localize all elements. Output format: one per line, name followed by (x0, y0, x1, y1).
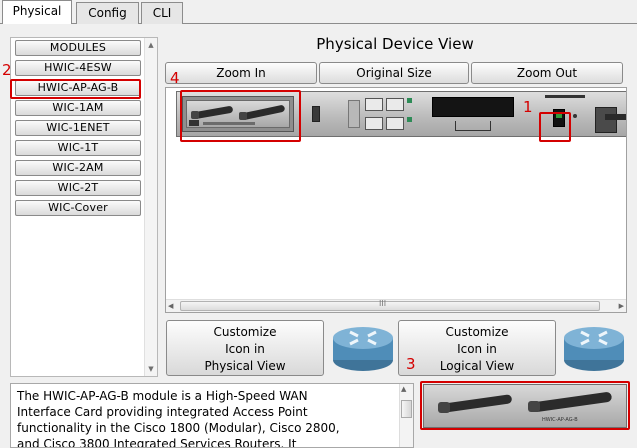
highlight-selected-module (10, 79, 141, 99)
zoom-in-button[interactable]: Zoom In (165, 62, 317, 84)
description-scrollbar[interactable]: ▲ (399, 384, 413, 447)
scroll-up-arrow-icon[interactable]: ▲ (145, 39, 157, 51)
router-icon (333, 327, 393, 371)
highlight-installed-module (180, 90, 301, 142)
scroll-thumb[interactable] (401, 400, 412, 418)
physical-device-view-title: Physical Device View (316, 35, 474, 53)
tab-physical[interactable]: Physical (2, 0, 72, 25)
annotation-number: 4 (170, 69, 180, 87)
scroll-left-arrow-icon[interactable]: ◀ (168, 300, 173, 312)
slot-bracket-icon (455, 121, 491, 131)
module-description: The HWIC-AP-AG-B module is a High-Speed … (10, 383, 414, 448)
tab-config[interactable]: Config (76, 2, 139, 24)
module-item[interactable]: HWIC-4ESW (15, 60, 141, 76)
module-list-scrollbar[interactable]: ▲ ▼ (144, 38, 157, 376)
power-led-icon (573, 114, 577, 118)
tab-bar: Physical Config CLI (0, 0, 637, 25)
annotation-number: 2 (2, 61, 12, 79)
module-item[interactable]: WIC-Cover (15, 200, 141, 216)
modules-header-button[interactable]: MODULES (15, 40, 141, 56)
power-cord-icon (605, 114, 626, 120)
customize-physical-icon-button[interactable]: Customize Icon in Physical View (166, 320, 324, 376)
highlight-module-preview (420, 381, 630, 430)
description-text: The HWIC-AP-AG-B module is a High-Speed … (17, 389, 340, 448)
module-item[interactable]: WIC-2AM (15, 160, 141, 176)
power-label (545, 95, 585, 98)
console-port (348, 100, 360, 128)
empty-slot-1[interactable] (432, 97, 514, 117)
scroll-thumb[interactable]: III (180, 299, 600, 311)
usb-port-icon (312, 106, 320, 122)
zoom-out-button[interactable]: Zoom Out (471, 62, 623, 84)
scroll-down-arrow-icon[interactable]: ▼ (145, 363, 157, 375)
module-item[interactable]: WIC-1ENET (15, 120, 141, 136)
device-config-window: Physical Config CLI MODULES HWIC-4ESW HW… (0, 0, 637, 448)
scroll-up-arrow-icon[interactable]: ▲ (401, 385, 406, 393)
annotation-number: 3 (406, 355, 416, 373)
ethernet-ports (365, 98, 413, 132)
router-icon (564, 327, 624, 371)
tab-cli[interactable]: CLI (141, 2, 183, 24)
annotation-number: 1 (523, 98, 533, 116)
viewport-horizontal-scrollbar[interactable]: ◀ III ▶ (166, 299, 626, 312)
module-item[interactable]: WIC-1T (15, 140, 141, 156)
scroll-grip: III (379, 299, 387, 308)
module-item[interactable]: WIC-2T (15, 180, 141, 196)
highlight-power-switch (539, 112, 571, 142)
scroll-right-arrow-icon[interactable]: ▶ (619, 300, 624, 312)
customize-logical-icon-button[interactable]: Customize Icon in Logical View (398, 320, 556, 376)
original-size-button[interactable]: Original Size (319, 62, 469, 84)
module-item[interactable]: WIC-1AM (15, 100, 141, 116)
ac-power-inlet (595, 107, 617, 133)
